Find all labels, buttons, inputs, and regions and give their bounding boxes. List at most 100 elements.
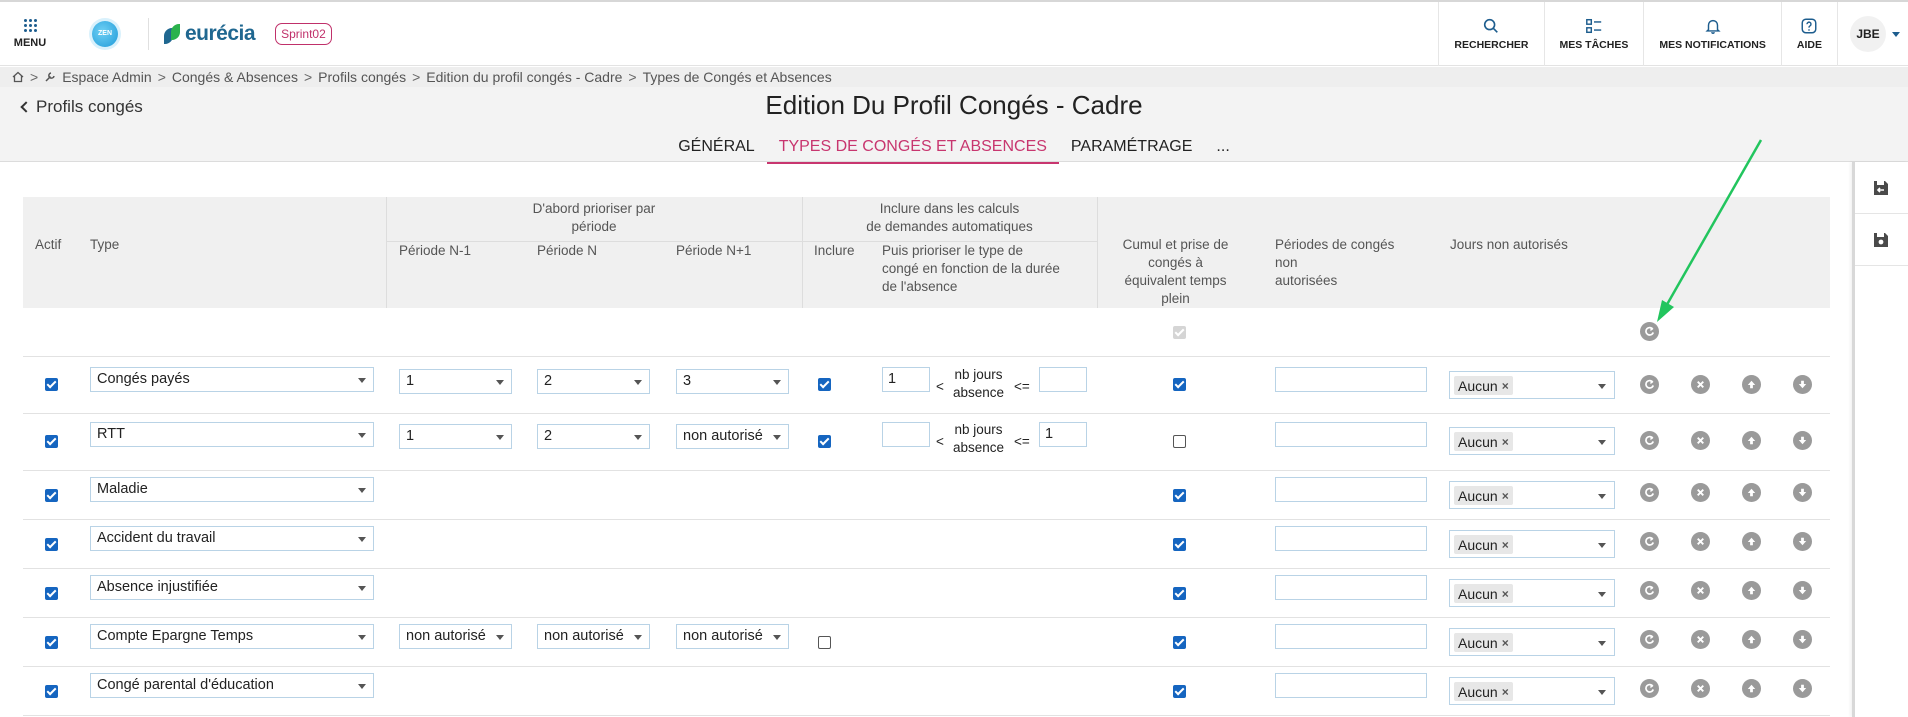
actif-checkbox[interactable]	[45, 489, 58, 502]
move-down-button[interactable]	[1793, 630, 1812, 649]
reset-all-button[interactable]	[1640, 322, 1659, 341]
remove-tag-icon[interactable]: ×	[1502, 489, 1509, 503]
cumul-checkbox[interactable]	[1173, 538, 1186, 551]
tab-more[interactable]: ...	[1204, 138, 1241, 164]
move-down-button[interactable]	[1793, 679, 1812, 698]
cumul-checkbox[interactable]	[1173, 435, 1186, 448]
periods-input[interactable]	[1275, 422, 1427, 447]
remove-tag-icon[interactable]: ×	[1502, 587, 1509, 601]
remove-tag-icon[interactable]: ×	[1502, 435, 1509, 449]
cumul-checkbox[interactable]	[1173, 636, 1186, 649]
tab-general[interactable]: GÉNÉRAL	[666, 138, 766, 164]
save-and-return-button[interactable]	[1853, 162, 1908, 214]
menu-button[interactable]: MENU	[0, 2, 60, 66]
user-menu[interactable]: JBE	[1837, 2, 1908, 66]
reset-button[interactable]	[1640, 483, 1659, 502]
period-np1-select[interactable]: non autorisé	[676, 624, 789, 649]
tab-types-conges[interactable]: TYPES DE CONGÉS ET ABSENCES	[766, 138, 1059, 164]
period-np1-select[interactable]: non autorisé	[676, 424, 789, 449]
tasks-nav-button[interactable]: MES TÂCHES	[1543, 2, 1644, 66]
reset-button[interactable]	[1640, 375, 1659, 394]
days-select[interactable]: Aucun ×	[1449, 481, 1615, 509]
move-down-button[interactable]	[1793, 483, 1812, 502]
move-up-button[interactable]	[1742, 431, 1761, 450]
delete-button[interactable]	[1691, 483, 1710, 502]
min-days-input[interactable]	[882, 422, 930, 447]
scrollbar[interactable]	[1852, 162, 1855, 717]
reset-button[interactable]	[1640, 679, 1659, 698]
brand-logo[interactable]: eurécia	[163, 22, 256, 46]
move-down-button[interactable]	[1793, 532, 1812, 551]
actif-checkbox[interactable]	[45, 538, 58, 551]
days-select[interactable]: Aucun ×	[1449, 530, 1615, 558]
type-select[interactable]: Accident du travail	[90, 526, 374, 551]
type-select[interactable]: Absence injustifiée	[90, 575, 374, 600]
reset-button[interactable]	[1640, 630, 1659, 649]
breadcrumb-item-profils-conges[interactable]: Profils congés	[318, 69, 406, 85]
cumul-checkbox[interactable]	[1173, 587, 1186, 600]
actif-checkbox[interactable]	[45, 587, 58, 600]
breadcrumb-item-edition-profil[interactable]: Edition du profil congés - Cadre	[426, 69, 622, 85]
help-nav-button[interactable]: AIDE	[1780, 2, 1837, 66]
inclure-checkbox[interactable]	[818, 435, 831, 448]
breadcrumb-item-espace-admin[interactable]: Espace Admin	[62, 69, 152, 85]
period-n1-select[interactable]: 1	[399, 369, 512, 394]
days-select[interactable]: Aucun ×	[1449, 579, 1615, 607]
search-nav-button[interactable]: RECHERCHER	[1438, 2, 1543, 66]
move-up-button[interactable]	[1742, 375, 1761, 394]
max-days-input[interactable]: 1	[1039, 422, 1087, 447]
remove-tag-icon[interactable]: ×	[1502, 538, 1509, 552]
periods-input[interactable]	[1275, 477, 1427, 502]
actif-checkbox[interactable]	[45, 378, 58, 391]
notifications-nav-button[interactable]: MES NOTIFICATIONS	[1643, 2, 1781, 66]
period-n-select[interactable]: non autorisé	[537, 624, 650, 649]
home-icon[interactable]	[12, 71, 24, 83]
delete-button[interactable]	[1691, 679, 1710, 698]
move-down-button[interactable]	[1793, 581, 1812, 600]
inclure-checkbox[interactable]	[818, 378, 831, 391]
move-up-button[interactable]	[1742, 630, 1761, 649]
reset-button[interactable]	[1640, 431, 1659, 450]
max-days-input[interactable]	[1039, 367, 1087, 392]
min-days-input[interactable]: 1	[882, 367, 930, 392]
periods-input[interactable]	[1275, 624, 1427, 649]
days-select[interactable]: Aucun ×	[1449, 427, 1615, 455]
cumul-checkbox[interactable]	[1173, 378, 1186, 391]
cumul-checkbox[interactable]	[1173, 685, 1186, 698]
remove-tag-icon[interactable]: ×	[1502, 636, 1509, 650]
move-up-button[interactable]	[1742, 532, 1761, 551]
breadcrumb-item-conges-absences[interactable]: Congés & Absences	[172, 69, 298, 85]
period-n1-select[interactable]: 1	[399, 424, 512, 449]
actif-checkbox[interactable]	[45, 685, 58, 698]
periods-input[interactable]	[1275, 575, 1427, 600]
move-down-button[interactable]	[1793, 431, 1812, 450]
tab-parametrage[interactable]: PARAMÉTRAGE	[1059, 138, 1205, 164]
type-select[interactable]: Congés payés	[90, 367, 374, 392]
move-down-button[interactable]	[1793, 375, 1812, 394]
periods-input[interactable]	[1275, 673, 1427, 698]
period-n-select[interactable]: 2	[537, 369, 650, 394]
delete-button[interactable]	[1691, 375, 1710, 394]
move-up-button[interactable]	[1742, 581, 1761, 600]
zen-logo[interactable]: ZEN	[92, 20, 118, 47]
days-select[interactable]: Aucun ×	[1449, 677, 1615, 705]
days-select[interactable]: Aucun ×	[1449, 628, 1615, 656]
delete-button[interactable]	[1691, 630, 1710, 649]
save-button[interactable]	[1853, 214, 1908, 266]
actif-checkbox[interactable]	[45, 435, 58, 448]
days-select[interactable]: Aucun ×	[1449, 371, 1615, 399]
type-select[interactable]: RTT	[90, 422, 374, 447]
remove-tag-icon[interactable]: ×	[1502, 379, 1509, 393]
delete-button[interactable]	[1691, 532, 1710, 551]
remove-tag-icon[interactable]: ×	[1502, 685, 1509, 699]
reset-button[interactable]	[1640, 532, 1659, 551]
delete-button[interactable]	[1691, 581, 1710, 600]
period-n1-select[interactable]: non autorisé	[399, 624, 512, 649]
actif-checkbox[interactable]	[45, 636, 58, 649]
periods-input[interactable]	[1275, 526, 1427, 551]
inclure-checkbox[interactable]	[818, 636, 831, 649]
period-np1-select[interactable]: 3	[676, 369, 789, 394]
type-select[interactable]: Maladie	[90, 477, 374, 502]
move-up-button[interactable]	[1742, 679, 1761, 698]
type-select[interactable]: Compte Epargne Temps	[90, 624, 374, 649]
